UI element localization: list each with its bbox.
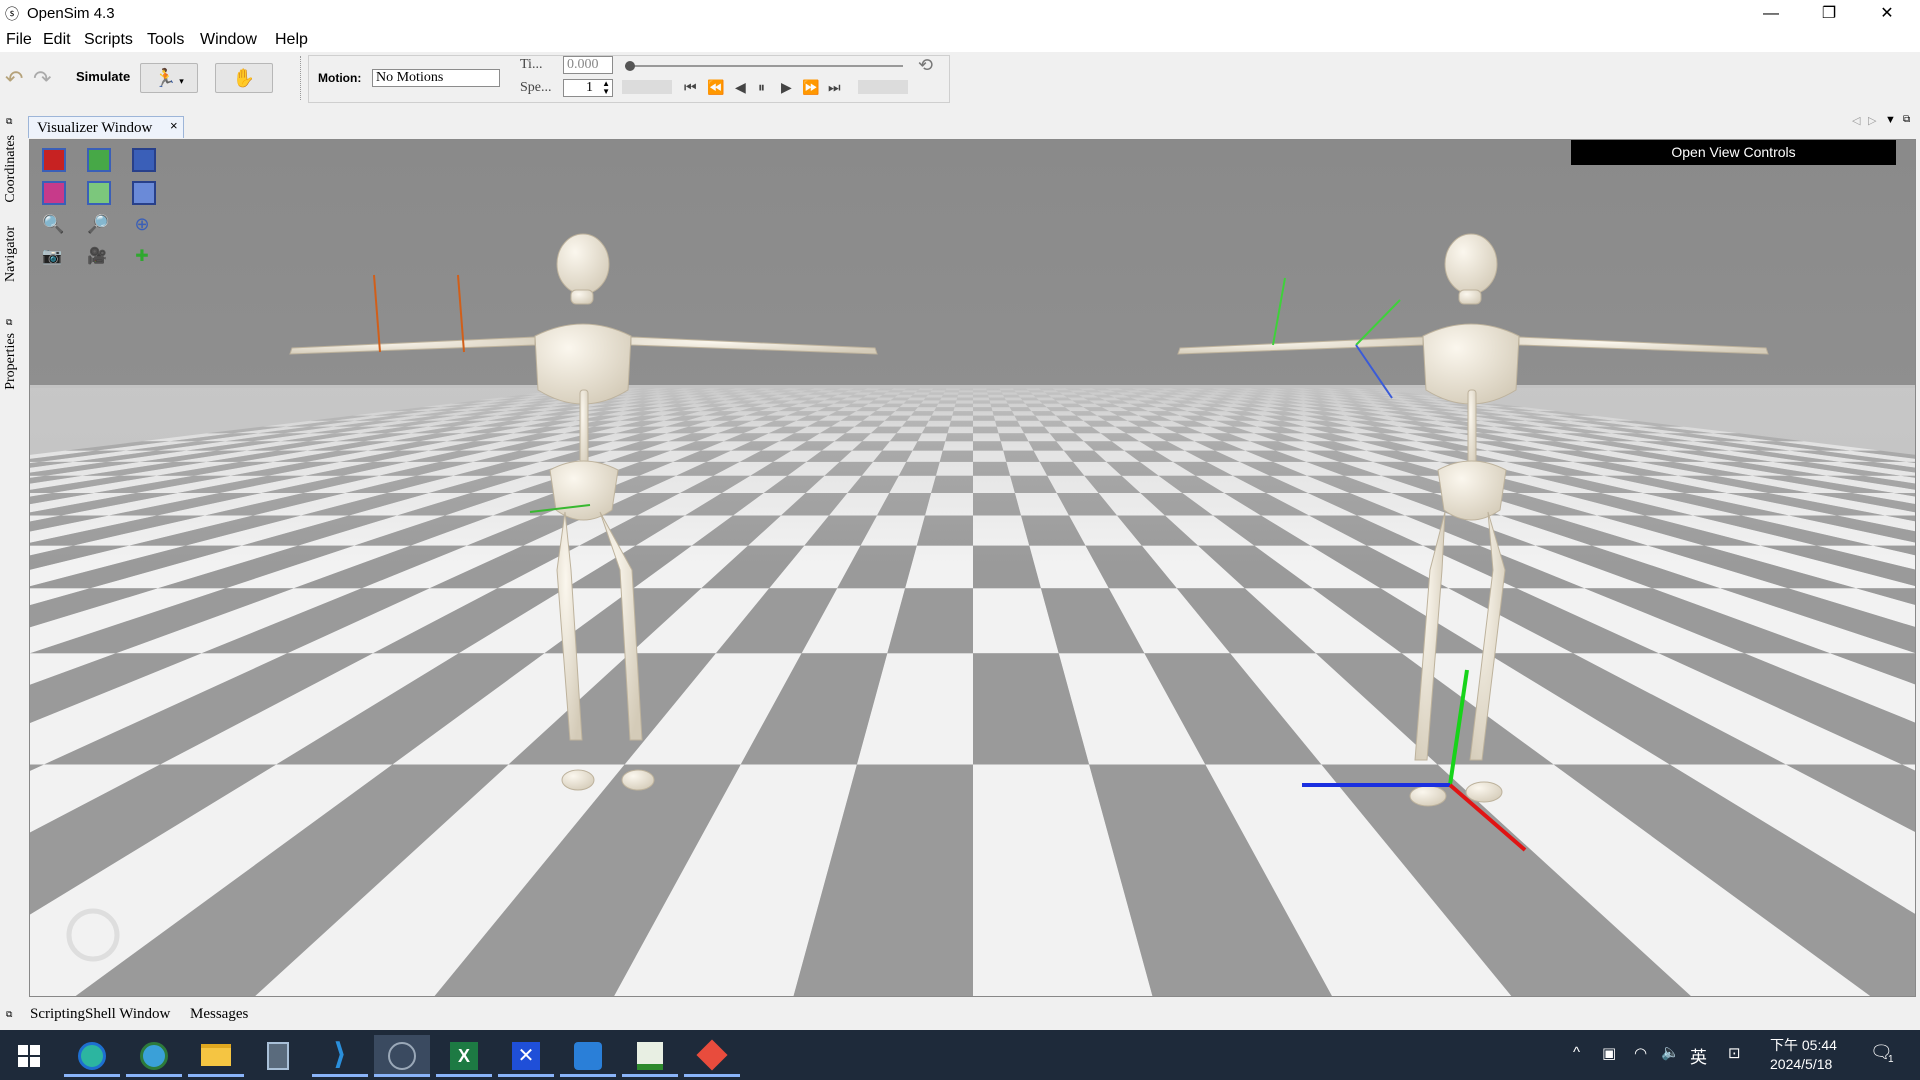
toolbar: ↶ ↷ Simulate 🏃 ▾ ✋ Motion: No Motions Ti… (0, 52, 1920, 106)
menu-bar: File Edit Scripts Tools Window Help (0, 28, 1920, 52)
zoom-out-icon[interactable]: 🔍 (42, 214, 64, 234)
opensim-logo-icon: ⓢ (5, 6, 19, 22)
ime-indicator[interactable]: 英 (1690, 1043, 1707, 1068)
speed-value: 1 (586, 80, 593, 95)
top-view-icon[interactable] (87, 148, 111, 172)
tab-navigator[interactable]: Navigator (3, 226, 19, 282)
motion-select[interactable]: No Motions (372, 69, 500, 87)
clock-time[interactable]: 下午 05:44 (1770, 1035, 1837, 1055)
visualizer-viewport[interactable]: 🔍 🔎 ⊕ 📷 🎥 ✚ (29, 139, 1916, 997)
open-view-controls-button[interactable]: Open View Controls (1571, 140, 1896, 165)
tab-scroll-right-icon[interactable]: ▷ (1868, 114, 1876, 127)
time-label: Ti... (520, 57, 543, 72)
simulate-button[interactable]: Simulate (76, 69, 130, 84)
edge-browser-icon[interactable] (64, 1035, 120, 1077)
run-simulation-button[interactable]: 🏃 ▾ (140, 63, 198, 93)
dock-restore-icon[interactable]: ⧉ (6, 116, 12, 127)
redo-icon[interactable]: ↷ (33, 66, 51, 92)
close-icon[interactable]: ✕ (1858, 0, 1916, 28)
menu-edit[interactable]: Edit (43, 31, 71, 49)
bottom-dock: ⧉ ScriptingShell Window Messages (0, 1000, 1920, 1030)
menu-tools[interactable]: Tools (147, 31, 184, 49)
tab-properties[interactable]: Properties (3, 333, 19, 390)
front-view-icon[interactable] (42, 148, 66, 172)
time-slider-track[interactable] (625, 65, 903, 67)
loop-icon[interactable]: ⟲ (918, 55, 933, 76)
git-tool-icon[interactable] (684, 1035, 740, 1077)
tray-expand-icon[interactable]: ^ (1573, 1044, 1580, 1061)
snapshot-camera-icon[interactable]: 📷 (42, 247, 62, 267)
go-to-end-icon[interactable]: ⏭ (828, 79, 841, 96)
play-icon[interactable]: ▶ (781, 79, 792, 96)
left-dock: ⧉ Coordinates Navigator ⧉ Properties (0, 108, 24, 1000)
3d-scene[interactable] (30, 140, 1916, 997)
tray-app-icon[interactable]: ▣ (1602, 1044, 1616, 1062)
photos-app-icon[interactable] (560, 1035, 616, 1077)
record-video-icon[interactable]: 🎥 (87, 247, 107, 267)
end-time-box (858, 80, 908, 94)
visual-studio-code-icon[interactable]: ⟩ (312, 1035, 368, 1077)
tab-visualizer-window[interactable]: Visualizer Window × (28, 116, 184, 138)
time-field[interactable]: 0.000 (563, 56, 613, 74)
edge-profile-icon[interactable] (126, 1035, 182, 1077)
dock-restore-icon-3[interactable]: ⧉ (6, 1009, 12, 1020)
tab-label: Visualizer Window (37, 120, 153, 136)
menu-window[interactable]: Window (200, 31, 257, 49)
fit-view-icon[interactable]: ⊕ (132, 214, 152, 234)
menu-scripts[interactable]: Scripts (84, 31, 133, 49)
close-tab-icon[interactable]: × (170, 118, 178, 133)
show-axes-icon[interactable]: ✚ (132, 247, 152, 267)
pan-hand-button[interactable]: ✋ (215, 63, 273, 93)
start-time-box (622, 80, 672, 94)
time-slider-handle[interactable] (625, 61, 635, 71)
tab-coordinates[interactable]: Coordinates (3, 135, 19, 203)
restore-icon[interactable]: ❐ (1800, 0, 1858, 28)
zoom-in-icon[interactable]: 🔎 (87, 214, 109, 234)
chart-app-icon[interactable] (622, 1035, 678, 1077)
windows-start-icon[interactable] (18, 1045, 40, 1067)
clock-date[interactable]: 2024/5/18 (1770, 1056, 1832, 1072)
notification-count: 1 (1888, 1054, 1894, 1065)
other-side-view-icon[interactable] (132, 181, 156, 205)
file-explorer-icon[interactable] (188, 1035, 244, 1077)
step-forward-icon[interactable]: ⏩ (802, 79, 819, 96)
xming-icon[interactable]: ✕ (498, 1035, 554, 1077)
volume-icon[interactable]: 🔈 (1661, 1043, 1680, 1061)
ime-mode-icon[interactable]: ⊡ (1728, 1044, 1741, 1062)
undo-icon[interactable]: ↶ (5, 66, 23, 92)
tab-scriptingshell-window[interactable]: ScriptingShell Window (30, 1006, 170, 1023)
speed-label: Spe... (520, 80, 552, 95)
wifi-icon[interactable]: ◠ (1634, 1044, 1647, 1062)
back-view-icon[interactable] (42, 181, 66, 205)
dock-restore-icon-2[interactable]: ⧉ (6, 317, 12, 328)
opensim-taskbar-icon[interactable] (374, 1035, 430, 1077)
step-back-icon[interactable]: ⏪ (707, 79, 724, 96)
minimize-icon[interactable]: — (1742, 0, 1800, 28)
toolbar-separator (300, 56, 301, 100)
go-to-start-icon[interactable]: ⏮ (684, 79, 697, 96)
calculator-icon[interactable] (250, 1035, 306, 1077)
running-figure-icon: 🏃 (154, 68, 177, 88)
tab-scroll-left-icon[interactable]: ◁ (1852, 114, 1860, 127)
play-reverse-icon[interactable]: ◀ (735, 79, 746, 96)
taskbar: ⟩ X ✕ ^ ▣ ◠ 🔈 英 ⊡ 下午 05:44 2024/5/18 🗨 1 (0, 1030, 1920, 1080)
speed-stepper[interactable]: 1 ▲ ▼ (563, 79, 613, 97)
floor-fog (30, 385, 1915, 565)
menu-file[interactable]: File (6, 31, 32, 49)
title-bar: ⓢ OpenSim 4.3 — ❐ ✕ (0, 0, 1920, 28)
hand-icon: ✋ (232, 68, 256, 88)
menu-help[interactable]: Help (275, 31, 308, 49)
tab-list-icon[interactable]: ▼ (1885, 114, 1896, 126)
maximize-tab-icon[interactable]: ⧉ (1903, 114, 1910, 125)
pause-icon[interactable]: ⏸ (758, 79, 765, 96)
motion-label: Motion: (318, 71, 362, 85)
window-title: OpenSim 4.3 (27, 5, 115, 22)
tab-messages[interactable]: Messages (190, 1006, 248, 1023)
bottom-view-icon[interactable] (87, 181, 111, 205)
side-view-icon[interactable] (132, 148, 156, 172)
excel-icon[interactable]: X (436, 1035, 492, 1077)
